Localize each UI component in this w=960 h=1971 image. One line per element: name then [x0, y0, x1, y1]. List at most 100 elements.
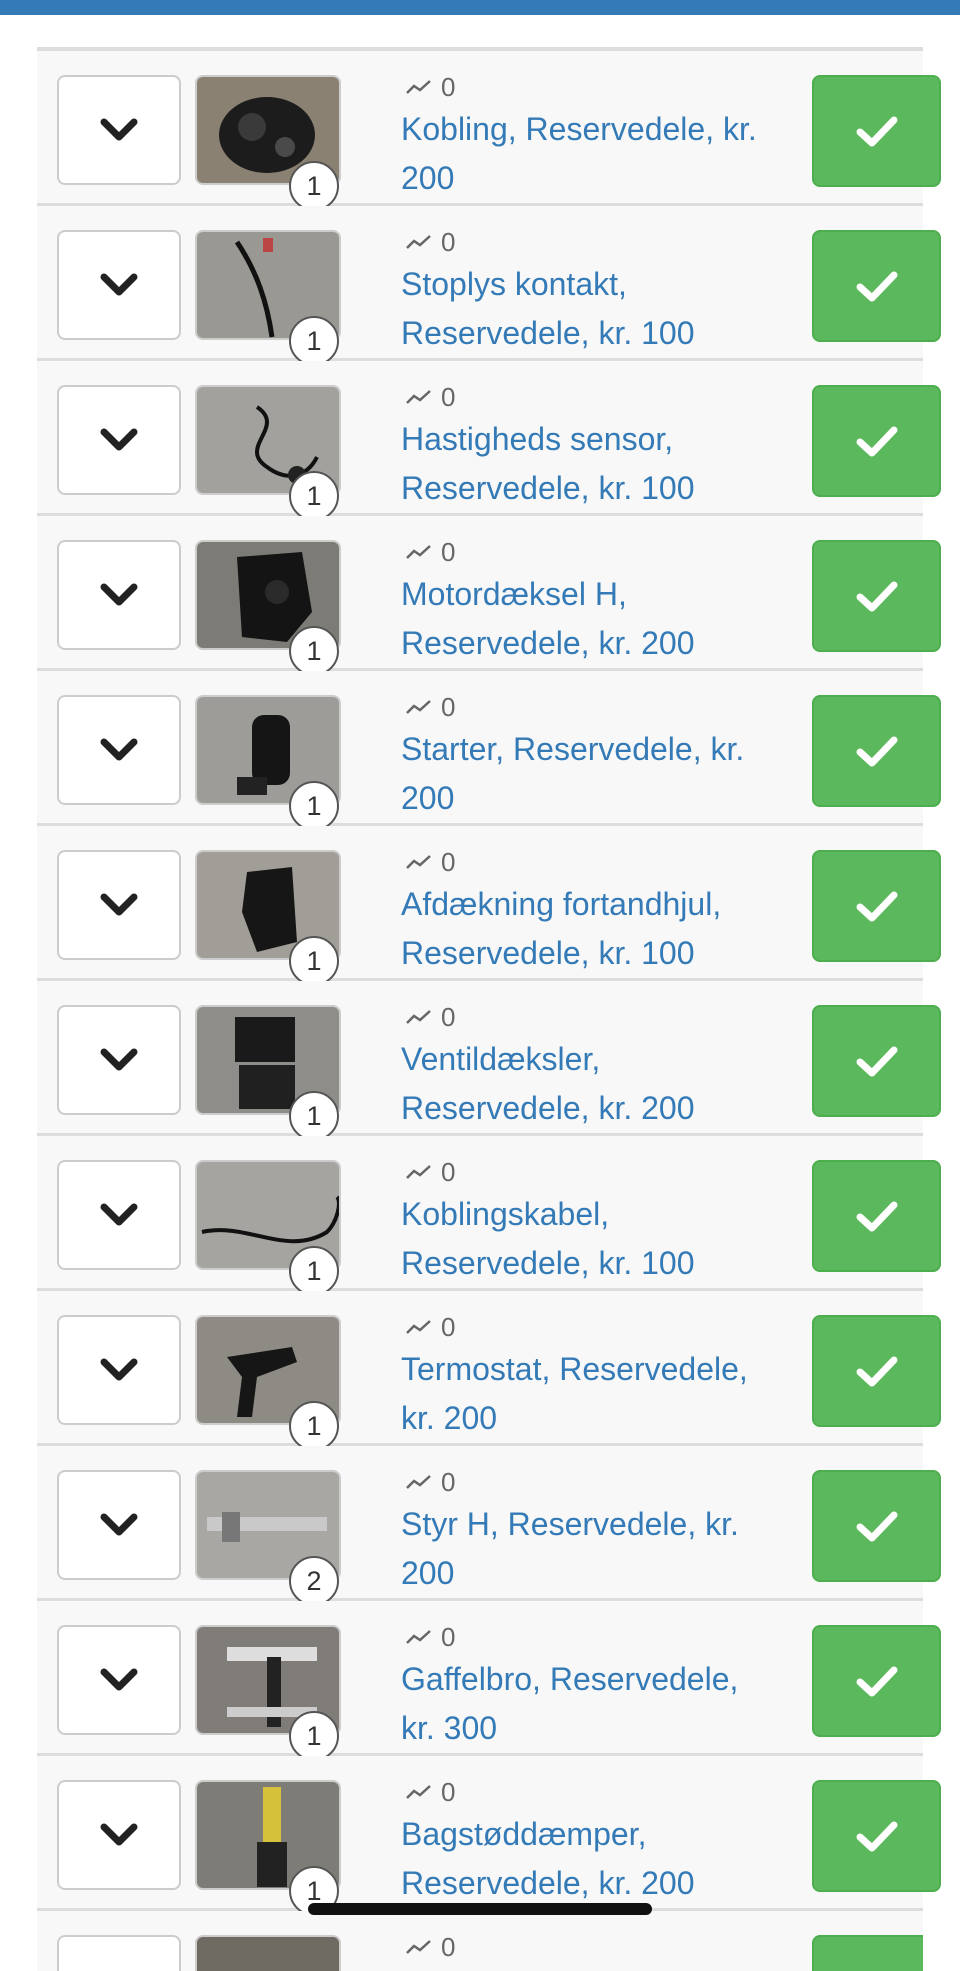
listing-title-link[interactable]: Kobling, Reservedele, kr. 200 — [401, 105, 781, 203]
confirm-button[interactable] — [812, 1625, 941, 1737]
checkmark-icon — [856, 116, 897, 147]
chevron-down-icon — [100, 1203, 138, 1226]
view-stats: 0 — [405, 1621, 455, 1653]
confirm-button[interactable] — [812, 1470, 941, 1582]
view-count: 0 — [441, 1001, 456, 1032]
confirm-button[interactable] — [812, 1160, 941, 1272]
confirm-button[interactable] — [812, 1005, 941, 1117]
listing-row: 2 0 Styr H, Reservedele, kr. 200 — [37, 1446, 941, 1606]
chevron-down-icon — [100, 1823, 138, 1846]
view-count: 0 — [441, 71, 456, 102]
chevron-down-icon — [100, 1358, 138, 1381]
listing-title-link[interactable]: Starter, Reservedele, kr. 200 — [401, 725, 781, 823]
expand-button[interactable] — [57, 1315, 181, 1425]
expand-button[interactable] — [57, 1625, 181, 1735]
view-count: 0 — [441, 1466, 456, 1497]
listing-row: 1 0 Hastigheds sensor, Reservedele, kr. 10… — [37, 361, 941, 521]
listing-row: 1 0 Stoplys kontakt, Reservedele, kr. 100 — [37, 206, 941, 366]
expand-button[interactable] — [57, 1470, 181, 1580]
photo-count-badge: 1 — [289, 1401, 339, 1451]
photo-count-badge: 1 — [289, 626, 339, 676]
checkmark-icon — [856, 891, 897, 922]
checkmark-icon — [856, 271, 897, 302]
view-stats: 0 — [405, 1776, 455, 1808]
confirm-button[interactable] — [812, 850, 941, 962]
confirm-button[interactable] — [812, 540, 941, 652]
checkmark-icon — [856, 1201, 897, 1232]
view-count: 0 — [441, 1311, 456, 1342]
checkmark-icon — [856, 1046, 897, 1077]
checkmark-icon — [856, 736, 897, 767]
chevron-down-icon — [100, 1048, 138, 1071]
checkmark-icon — [856, 1356, 897, 1387]
listing-title-link[interactable]: Ventildæksler, Reservedele, kr. 200 — [401, 1035, 781, 1133]
trend-line-icon — [406, 1320, 431, 1334]
chevron-down-icon — [100, 738, 138, 761]
expand-button[interactable] — [57, 385, 181, 495]
confirm-button[interactable] — [812, 385, 941, 497]
expand-button[interactable] — [57, 1005, 181, 1115]
photo-count-badge: 1 — [289, 471, 339, 521]
view-count: 0 — [441, 536, 456, 567]
trend-line-icon — [406, 855, 431, 869]
expand-button[interactable] — [57, 1780, 181, 1890]
view-stats: 0 — [405, 71, 455, 103]
chevron-down-icon — [100, 1513, 138, 1536]
listing-title-link[interactable]: Hastigheds sensor, Reservedele, kr. 100 — [401, 415, 781, 513]
top-header-bar — [0, 0, 960, 15]
photo-count-badge: 2 — [289, 1556, 339, 1606]
photo-count-badge: 1 — [289, 781, 339, 831]
confirm-button[interactable] — [812, 1935, 923, 1971]
view-count: 0 — [441, 1621, 456, 1652]
checkmark-icon — [856, 1821, 897, 1852]
checkmark-icon — [856, 581, 897, 612]
photo-count-badge: 1 — [289, 1091, 339, 1141]
view-stats: 0 — [405, 691, 455, 723]
checkmark-icon — [856, 426, 897, 457]
listing-title-link[interactable]: Koblingskabel, Reservedele, kr. 100 — [401, 1190, 781, 1288]
photo-count-badge: 1 — [289, 316, 339, 366]
trend-line-icon — [406, 700, 431, 714]
photo-count-badge: 1 — [289, 1246, 339, 1296]
listing-title-link[interactable]: Motordæksel H, Reservedele, kr. 200 — [401, 570, 781, 668]
listing-title-link[interactable]: Termostat, Reservedele, kr. 200 — [401, 1345, 781, 1443]
confirm-button[interactable] — [812, 1315, 941, 1427]
expand-button[interactable] — [57, 75, 181, 185]
view-stats: 0 — [405, 381, 455, 413]
photo-count-badge: 1 — [289, 1711, 339, 1761]
trend-line-icon — [406, 80, 431, 94]
home-indicator — [308, 1903, 652, 1915]
expand-button[interactable] — [57, 1935, 181, 1971]
expand-button[interactable] — [57, 540, 181, 650]
listing-row: 1 0 Kobling, Reservedele, kr. 200 — [37, 51, 941, 211]
checkmark-icon — [856, 1666, 897, 1697]
expand-button[interactable] — [57, 850, 181, 960]
listing-title-link[interactable]: Bagstøddæmper, Reservedele, kr. 200 — [401, 1810, 781, 1908]
trend-line-icon — [406, 390, 431, 404]
view-count: 0 — [441, 1156, 456, 1187]
listing-title-link[interactable]: Gaffelbro, Reservedele, kr. 300 — [401, 1655, 781, 1753]
expand-button[interactable] — [57, 695, 181, 805]
trend-line-icon — [406, 1630, 431, 1644]
expand-button[interactable] — [57, 230, 181, 340]
listing-title-link[interactable]: Afdækning fortandhjul, Reservedele, kr. … — [401, 880, 781, 978]
confirm-button[interactable] — [812, 1780, 941, 1892]
photo-count-badge: 1 — [289, 936, 339, 986]
confirm-button[interactable] — [812, 230, 941, 342]
listing-row: 1 0 Bagstøddæmper, Reservedele, kr. 200 — [37, 1756, 941, 1916]
chevron-down-icon — [100, 428, 138, 451]
trend-line-icon — [406, 1010, 431, 1024]
trend-line-icon — [406, 235, 431, 249]
expand-button[interactable] — [57, 1160, 181, 1270]
confirm-button[interactable] — [812, 75, 941, 187]
listing-title-link[interactable]: Styr H, Reservedele, kr. 200 — [401, 1500, 781, 1598]
view-stats: 0 — [405, 1466, 455, 1498]
view-count: 0 — [441, 1776, 456, 1807]
listing-title-link[interactable]: Stoplys kontakt, Reservedele, kr. 100 — [401, 260, 781, 358]
photo-count-badge: 1 — [289, 161, 339, 211]
view-count: 0 — [441, 381, 456, 412]
confirm-button[interactable] — [812, 695, 941, 807]
listing-row: 1 0 Koblingskabel, Reservedele, kr. 100 — [37, 1136, 941, 1296]
listing-row: 1 0 Motordæksel H, Reservedele, kr. 200 — [37, 516, 941, 676]
listing-thumbnail[interactable] — [195, 1935, 341, 1971]
